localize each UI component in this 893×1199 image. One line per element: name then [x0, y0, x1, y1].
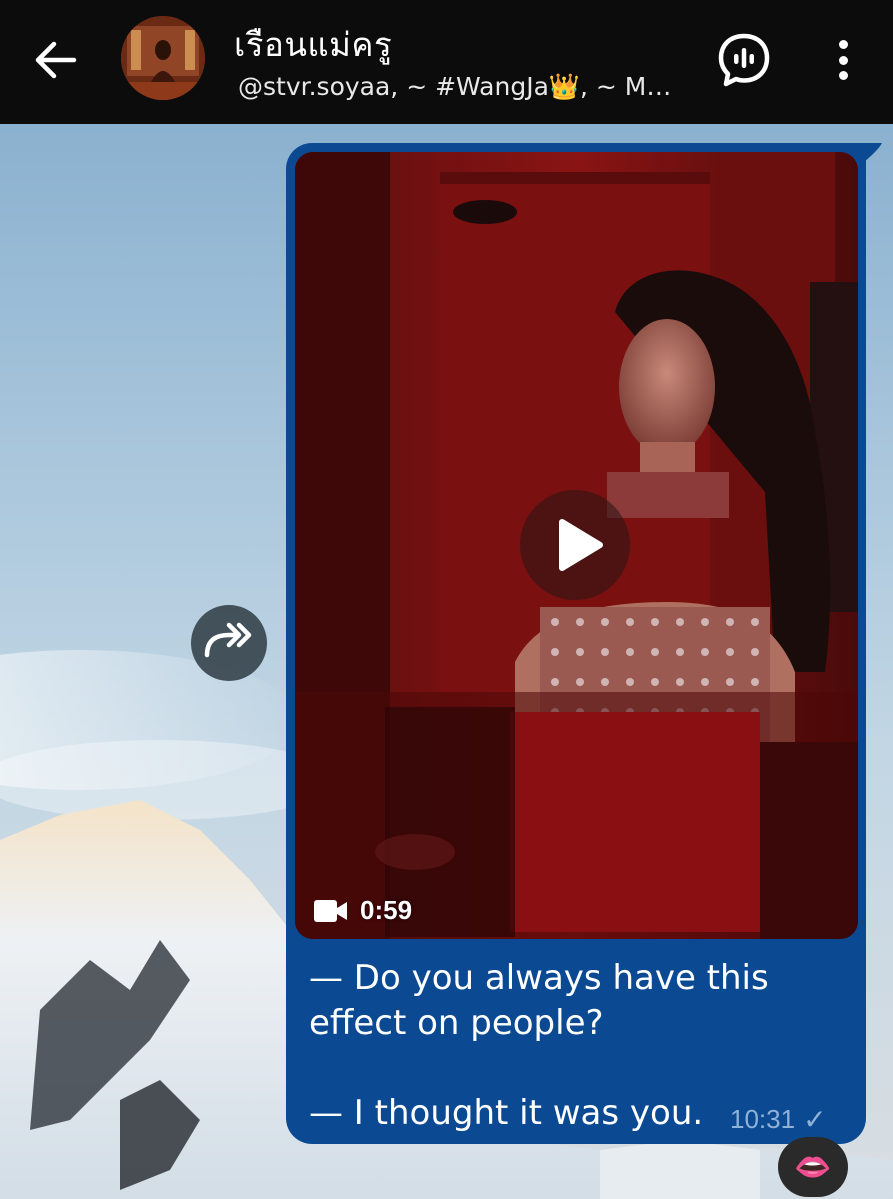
forward-button[interactable]	[191, 605, 267, 681]
avatar-image	[121, 16, 205, 100]
caption-line: effect on people?	[309, 1003, 604, 1043]
message-meta: 10:31 ✓	[730, 1103, 827, 1136]
chat-members-subtitle[interactable]: @stvr.soyaa, ~ #WangJa👑, ~ M…	[238, 72, 671, 102]
more-vertical-icon	[838, 40, 848, 49]
forward-icon	[204, 622, 252, 658]
voice-chat-icon	[718, 33, 770, 87]
lips-reaction-icon: 👄	[794, 1150, 832, 1184]
back-button[interactable]	[26, 30, 86, 90]
video-thumbnail[interactable]	[295, 152, 858, 939]
voice-chat-button[interactable]	[716, 32, 772, 88]
caption-line: — Do you always have this	[309, 958, 769, 998]
play-icon	[559, 519, 603, 571]
message-reaction[interactable]: 👄	[778, 1137, 848, 1197]
message-time: 10:31	[730, 1104, 796, 1134]
chat-header: เรือนแม่ครู @stvr.soyaa, ~ #WangJa👑, ~ M…	[0, 0, 893, 124]
video-duration-text: 0:59	[360, 895, 413, 925]
video-duration: 0:59	[314, 895, 412, 926]
arrow-left-icon	[35, 41, 77, 79]
more-options-button[interactable]	[826, 36, 860, 84]
chat-title[interactable]: เรือนแม่ครู	[234, 18, 392, 71]
play-button[interactable]	[520, 490, 630, 600]
video-camera-icon	[314, 899, 347, 922]
chat-avatar[interactable]	[121, 16, 205, 100]
sent-check-icon: ✓	[803, 1104, 827, 1135]
